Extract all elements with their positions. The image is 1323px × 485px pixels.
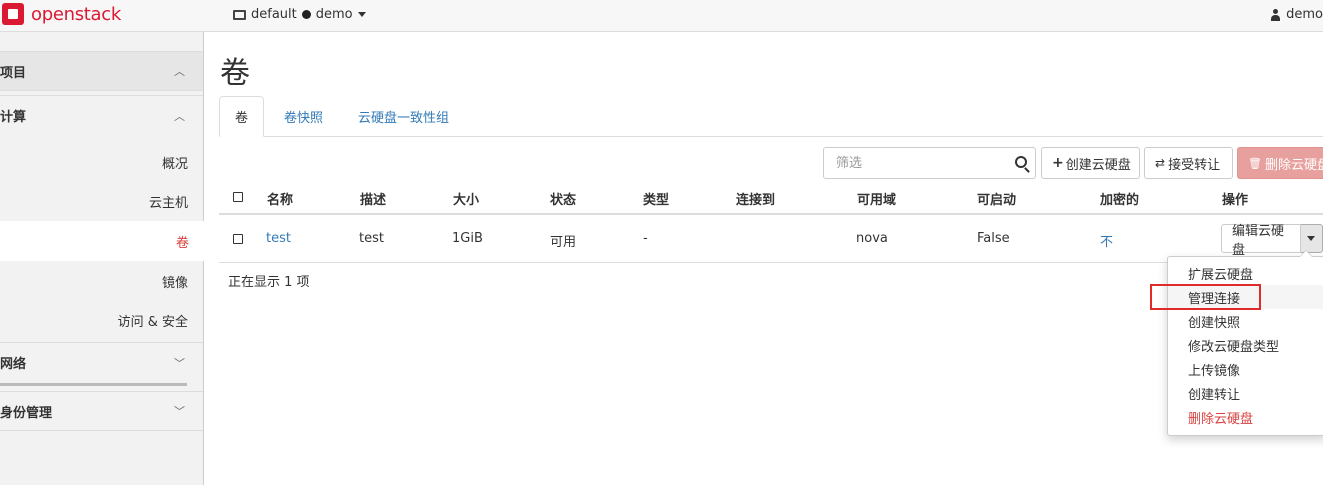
openstack-logo[interactable]: openstack xyxy=(2,3,121,25)
accept-transfer-label: 接受转让 xyxy=(1168,157,1221,173)
sidebar-section-identity[interactable]: 身份管理 ﹀ xyxy=(0,391,203,431)
chevron-up-icon: ︿ xyxy=(174,109,185,123)
sidebar-item-images[interactable]: 镜像 xyxy=(0,261,203,301)
volume-bootable: False xyxy=(977,231,1010,246)
dot-icon xyxy=(301,10,311,19)
page-title: 卷 xyxy=(220,56,250,91)
top-navbar: openstack default demo demo xyxy=(0,0,1323,32)
sidebar-section-label: 身份管理 xyxy=(0,405,53,421)
tab-consistency-groups[interactable]: 云硬盘一致性组 xyxy=(358,96,449,137)
menu-item-manage-attachments[interactable]: 管理连接 xyxy=(1168,285,1323,309)
delete-volumes-label: 删除云硬盘 xyxy=(1264,157,1323,173)
edit-volume-button[interactable]: 编辑云硬盘 xyxy=(1221,224,1301,258)
row-actions-menu: 扩展云硬盘 管理连接 创建快照 修改云硬盘类型 上传镜像 创建转让 删除云硬盘 xyxy=(1167,250,1323,436)
user-name: demo xyxy=(1286,7,1323,22)
tab-volume-snapshots[interactable]: 卷快照 xyxy=(284,96,323,137)
column-header-type[interactable]: 类型 xyxy=(643,189,669,208)
sidebar-section-label: 项目 xyxy=(0,65,27,81)
sidebar-item-overview[interactable]: 概况 xyxy=(0,142,203,182)
menu-item-create-snapshot[interactable]: 创建快照 xyxy=(1168,309,1323,333)
create-volume-button[interactable]: + 创建云硬盘 xyxy=(1041,147,1140,179)
project-switcher[interactable]: default demo xyxy=(233,7,366,22)
column-header-actions: 操作 xyxy=(1222,193,1249,208)
select-all-checkbox[interactable] xyxy=(233,192,243,202)
chevron-down-icon: ﹀ xyxy=(174,356,185,370)
sidebar-section-label: 计算 xyxy=(0,110,27,125)
volume-description: test xyxy=(359,231,384,246)
create-volume-label: 创建云硬盘 xyxy=(1065,157,1131,173)
volume-status: 可用 xyxy=(550,235,577,250)
sidebar-item-label: 访问 & 安全 xyxy=(117,314,188,330)
list-icon xyxy=(233,9,246,20)
tab-volumes[interactable]: 卷 xyxy=(219,96,265,137)
project-name: demo xyxy=(315,7,353,22)
volume-size: 1GiB xyxy=(452,231,483,246)
sidebar: 项目 ︿ 计算 ︿ 概况 云主机 卷 镜像 访问 & 安全 网络 ﹀ 身份管理 … xyxy=(0,32,204,485)
plus-icon: + xyxy=(1052,155,1064,171)
row-actions-toggle[interactable] xyxy=(1300,224,1323,253)
column-header-attached-to[interactable]: 连接到 xyxy=(736,189,775,208)
user-icon xyxy=(1270,8,1281,21)
delete-volumes-button[interactable]: 🗑 删除云硬盘 xyxy=(1237,147,1323,179)
column-header-name[interactable]: 名称 xyxy=(267,189,293,208)
user-menu[interactable]: demo xyxy=(1270,7,1323,22)
column-header-encrypted[interactable]: 加密的 xyxy=(1100,189,1139,208)
filter-box xyxy=(823,147,1036,179)
sidebar-item-label: 云主机 xyxy=(148,195,188,211)
sidebar-item-label: 概况 xyxy=(161,156,188,172)
menu-item-upload-to-image[interactable]: 上传镜像 xyxy=(1168,357,1323,381)
column-header-availability-zone[interactable]: 可用域 xyxy=(857,189,896,208)
sidebar-item-volumes[interactable]: 卷 xyxy=(0,221,204,261)
volume-availability-zone: nova xyxy=(856,231,888,246)
row-checkbox[interactable] xyxy=(233,234,243,244)
menu-item-extend-volume[interactable]: 扩展云硬盘 xyxy=(1168,261,1323,285)
chevron-up-icon: ︿ xyxy=(174,65,185,78)
volume-name-link[interactable]: test xyxy=(266,231,291,246)
volume-type: - xyxy=(643,231,648,246)
sidebar-item-label: 卷 xyxy=(175,235,189,251)
sidebar-item-access-security[interactable]: 访问 & 安全 xyxy=(0,300,203,340)
sidebar-section-compute[interactable]: 计算 ︿ xyxy=(0,95,203,135)
sidebar-section-label: 网络 xyxy=(0,357,27,372)
item-count: 正在显示 1 项 xyxy=(228,275,310,290)
caret-down-icon xyxy=(1307,236,1316,241)
chevron-down-icon: ﹀ xyxy=(174,405,185,418)
row-actions-split-button: 编辑云硬盘 xyxy=(1221,224,1323,258)
column-header-description[interactable]: 描述 xyxy=(360,189,386,208)
trash-icon: 🗑 xyxy=(1248,156,1262,170)
accept-transfer-button[interactable]: ⇄ 接受转让 xyxy=(1144,147,1233,179)
tab-bar: 卷 卷快照 云硬盘一致性组 xyxy=(219,96,1323,137)
column-header-size[interactable]: 大小 xyxy=(453,189,479,208)
sidebar-section-network[interactable]: 网络 ﹀ xyxy=(0,342,203,386)
sidebar-scrollbar[interactable] xyxy=(0,383,187,386)
exchange-icon: ⇄ xyxy=(1155,156,1166,170)
table-row: test test 1GiB 可用 - nova False 不 xyxy=(219,215,1323,263)
menu-item-change-volume-type[interactable]: 修改云硬盘类型 xyxy=(1168,333,1323,357)
caret-down-icon xyxy=(357,12,366,17)
column-header-status[interactable]: 状态 xyxy=(550,189,576,208)
sidebar-item-label: 镜像 xyxy=(161,275,188,291)
openstack-logo-icon xyxy=(2,3,24,25)
sidebar-section-project[interactable]: 项目 ︿ xyxy=(0,51,203,91)
brand-name: openstack xyxy=(31,3,122,25)
menu-item-create-transfer[interactable]: 创建转让 xyxy=(1168,381,1323,405)
volume-encrypted[interactable]: 不 xyxy=(1100,231,1113,250)
search-icon[interactable] xyxy=(1015,156,1027,168)
column-header-bootable[interactable]: 可启动 xyxy=(977,189,1016,208)
menu-item-delete-volume[interactable]: 删除云硬盘 xyxy=(1168,405,1323,429)
filter-input[interactable] xyxy=(824,148,1004,178)
domain-name: default xyxy=(251,7,297,22)
table-header: 名称 描述 大小 状态 类型 连接到 可用域 可启动 加密的 操作 xyxy=(219,180,1323,215)
sidebar-item-instances[interactable]: 云主机 xyxy=(0,181,203,221)
